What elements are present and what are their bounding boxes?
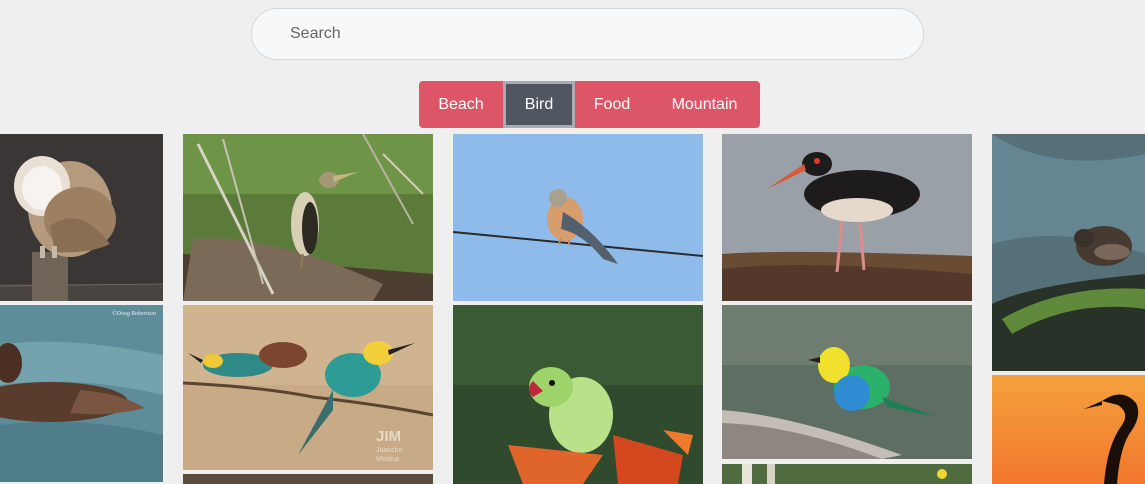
image-tile-partial-2[interactable]: [722, 464, 972, 484]
image-tile-heron[interactable]: [183, 134, 433, 301]
image-tile-oystercatcher[interactable]: [722, 134, 972, 301]
category-button-group: Beach Bird Food Mountain: [419, 81, 760, 128]
oystercatcher-photo: [722, 134, 972, 301]
image-tile-bee-eaters[interactable]: JIM Juancho Medina: [183, 305, 433, 470]
category-button-mountain[interactable]: Mountain: [649, 81, 760, 128]
heron-silhouette-photo: [992, 375, 1145, 484]
bee-eater-watermark-line3: Medina: [376, 456, 399, 463]
category-button-food[interactable]: Food: [575, 81, 649, 128]
parakeet-photo: [453, 305, 703, 484]
search-bar: [251, 8, 924, 60]
dipper-photo: [992, 134, 1145, 371]
category-button-beach[interactable]: Beach: [419, 81, 503, 128]
image-tile-heron-silhouette[interactable]: [992, 375, 1145, 484]
partial-photo: [183, 474, 433, 484]
image-tile-parakeet[interactable]: [453, 305, 703, 484]
image-tile-duck[interactable]: ©Doug Robertson: [0, 305, 163, 482]
kestrel-photo: [453, 134, 703, 301]
image-tile-barn-owl[interactable]: [0, 134, 163, 301]
bee-eater-watermark: JIM: [376, 428, 401, 445]
bee-eater-watermark-line2: Juancho: [376, 447, 403, 454]
image-tile-partial[interactable]: [183, 474, 433, 484]
duck-photo: ©Doug Robertson: [0, 305, 163, 482]
image-tile-dipper[interactable]: [992, 134, 1145, 371]
barn-owl-photo: [0, 134, 163, 301]
bee-eater-photo: JIM Juancho Medina: [183, 305, 433, 470]
heron-photo: [183, 134, 433, 301]
tanager-photo: [722, 305, 972, 459]
image-tile-kestrel[interactable]: [453, 134, 703, 301]
search-input[interactable]: [251, 8, 924, 60]
partial-photo-2: [722, 464, 972, 484]
category-button-bird[interactable]: Bird: [503, 81, 575, 128]
duck-watermark: ©Doug Robertson: [112, 310, 156, 317]
image-tile-tanager[interactable]: [722, 305, 972, 459]
